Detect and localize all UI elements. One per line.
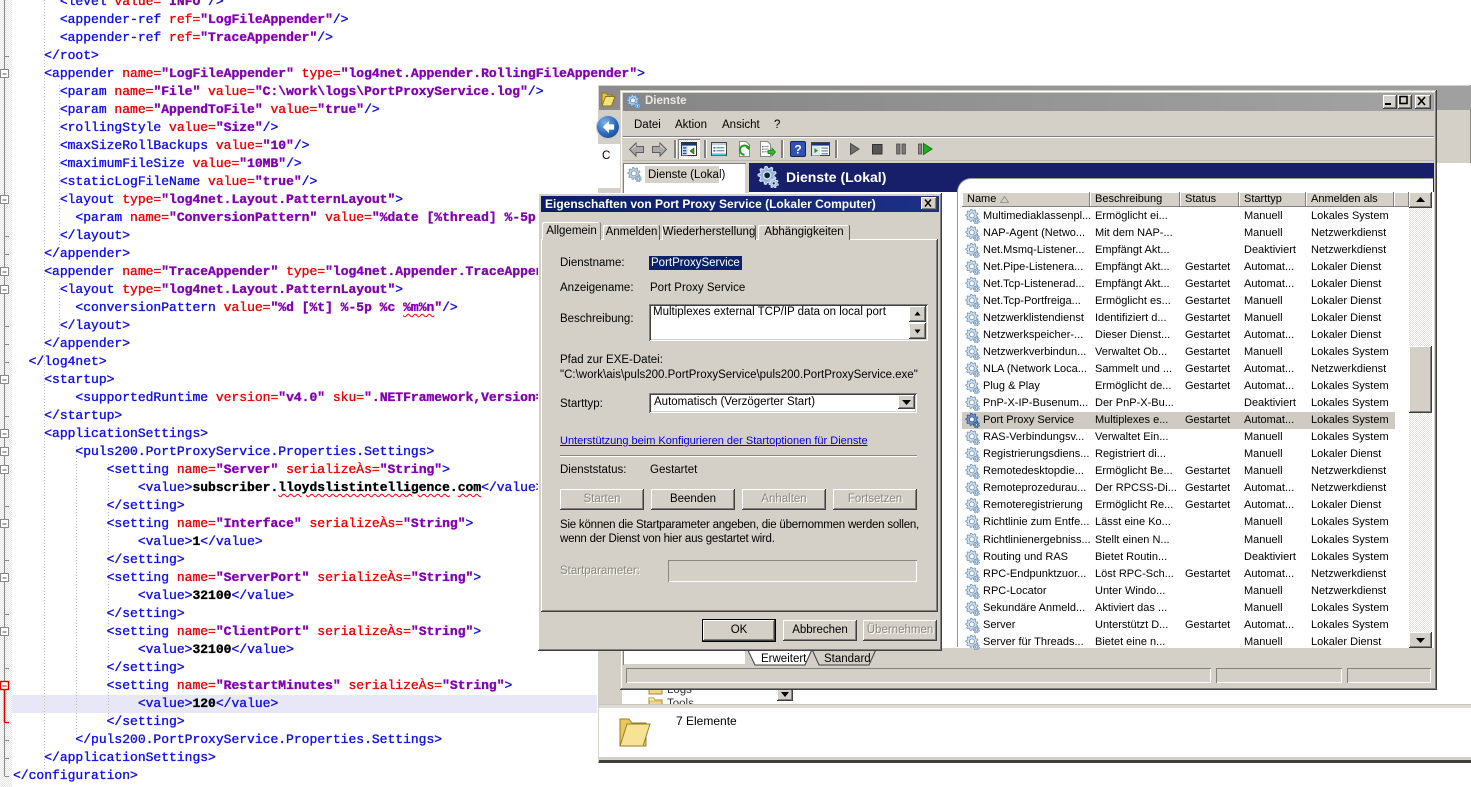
svg-text:Standard: Standard <box>824 653 871 665</box>
svg-text:?: ? <box>794 142 801 156</box>
svg-text:Erweitert: Erweitert <box>761 653 807 665</box>
